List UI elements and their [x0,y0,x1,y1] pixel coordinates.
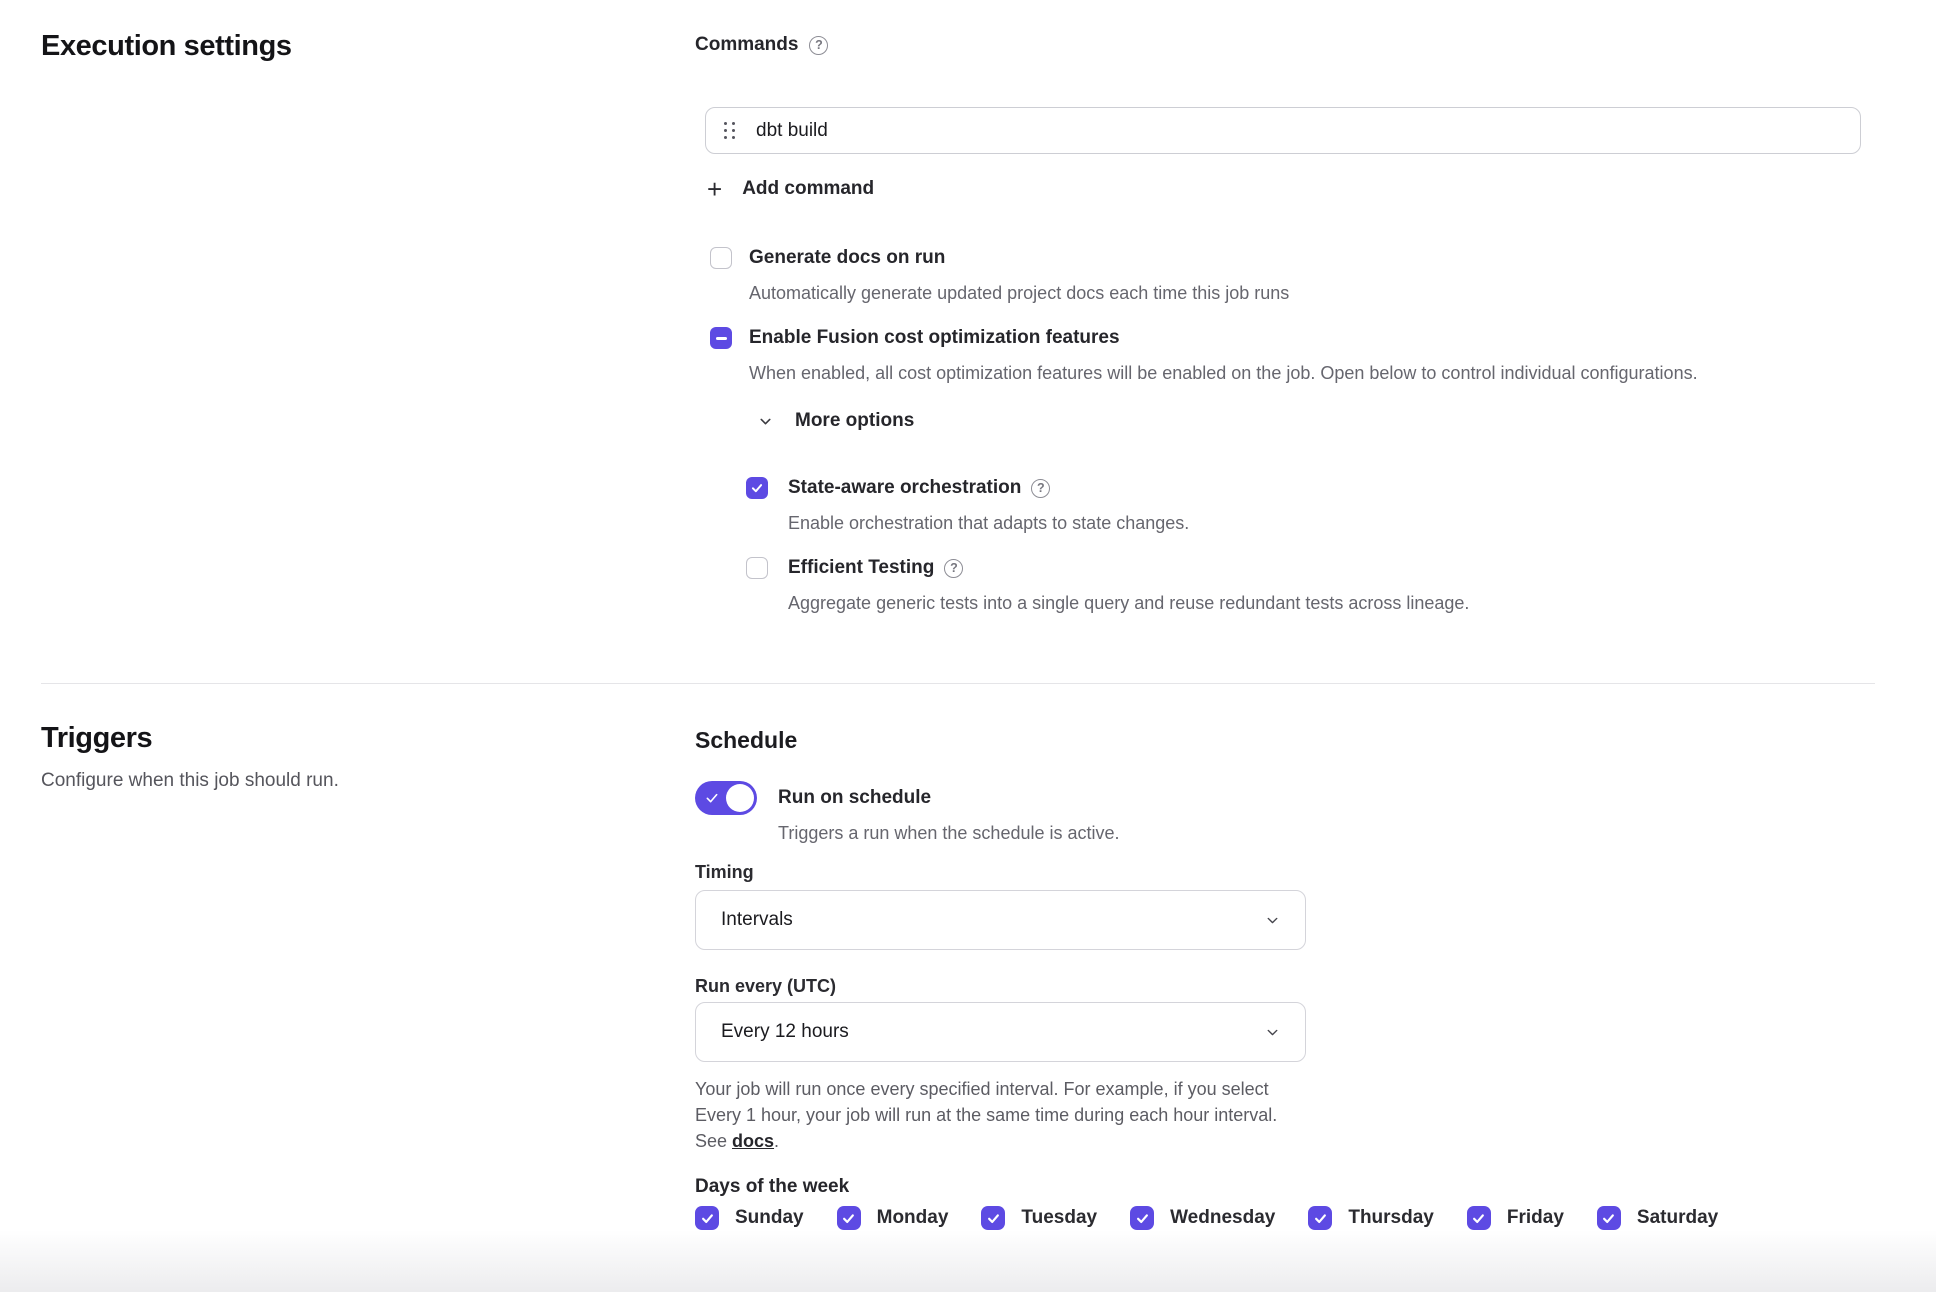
commands-label: Commands [695,34,798,56]
saturday-checkbox[interactable] [1597,1206,1621,1230]
day-item-tuesday: Tuesday [981,1206,1097,1230]
tuesday-label: Tuesday [1021,1207,1097,1229]
job-settings-page: Execution settings Commands ? + Add comm… [0,0,1936,1292]
more-options-label: More options [795,410,914,432]
day-item-friday: Friday [1467,1206,1564,1230]
section-divider [41,683,1875,684]
efficient-testing-help-icon[interactable]: ? [944,559,963,578]
friday-checkbox[interactable] [1467,1206,1491,1230]
toggle-knob [726,784,754,812]
day-item-monday: Monday [837,1206,949,1230]
timing-select-value: Intervals [721,909,793,931]
wednesday-label: Wednesday [1170,1207,1275,1229]
check-icon [1601,1211,1616,1226]
tuesday-checkbox[interactable] [981,1206,1005,1230]
generate-docs-checkbox[interactable] [710,247,732,269]
state-aware-label: State-aware orchestration [788,477,1021,499]
schedule-help-text: Your job will run once every specified i… [695,1076,1295,1154]
state-aware-help-icon[interactable]: ? [1031,479,1050,498]
chevron-down-icon [1265,913,1280,928]
drag-handle-icon[interactable] [724,122,736,140]
triggers-title: Triggers [41,722,152,755]
run-every-select[interactable]: Every 12 hours [695,1002,1306,1062]
wednesday-checkbox[interactable] [1130,1206,1154,1230]
plus-icon: + [707,179,722,199]
run-every-select-value: Every 12 hours [721,1021,849,1043]
execution-settings-title: Execution settings [41,30,292,63]
schedule-help-before: Your job will run once every specified i… [695,1079,1277,1151]
check-icon [1313,1211,1328,1226]
days-of-week-label: Days of the week [695,1176,849,1198]
triggers-subtitle: Configure when this job should run. [41,770,339,792]
fusion-row: Enable Fusion cost optimization features [710,327,1120,349]
state-aware-row: State-aware orchestration ? [746,477,1050,499]
run-every-label: Run every (UTC) [695,976,836,997]
command-input[interactable] [756,120,1842,142]
efficient-testing-row: Efficient Testing ? [746,557,963,579]
sunday-checkbox[interactable] [695,1206,719,1230]
day-item-saturday: Saturday [1597,1206,1718,1230]
saturday-label: Saturday [1637,1207,1718,1229]
check-icon [750,481,764,495]
commands-help-icon[interactable]: ? [809,36,828,55]
day-item-thursday: Thursday [1308,1206,1434,1230]
sunday-label: Sunday [735,1207,804,1229]
monday-label: Monday [877,1207,949,1229]
schedule-help-after: . [774,1131,779,1151]
check-icon [1471,1211,1486,1226]
generate-docs-label: Generate docs on run [749,247,945,269]
more-options-toggle[interactable]: More options [758,410,914,432]
bottom-fade-gradient [0,1230,1936,1292]
days-of-week-row: Sunday Monday Tuesday Wednesday Thursday… [695,1206,1718,1230]
run-on-schedule-description: Triggers a run when the schedule is acti… [778,820,1120,846]
generate-docs-description: Automatically generate updated project d… [749,280,1289,306]
efficient-testing-description: Aggregate generic tests into a single qu… [788,590,1469,616]
schedule-title: Schedule [695,727,797,754]
fusion-checkbox[interactable] [710,327,732,349]
run-on-schedule-row: Run on schedule [695,781,931,815]
fusion-label: Enable Fusion cost optimization features [749,327,1120,349]
check-icon [704,790,720,806]
efficient-testing-checkbox[interactable] [746,557,768,579]
generate-docs-row: Generate docs on run [710,247,945,269]
state-aware-description: Enable orchestration that adapts to stat… [788,510,1189,536]
check-icon [1135,1211,1150,1226]
check-icon [700,1211,715,1226]
add-command-label: Add command [742,178,874,200]
state-aware-checkbox[interactable] [746,477,768,499]
thursday-checkbox[interactable] [1308,1206,1332,1230]
commands-field-header: Commands ? [695,34,828,56]
thursday-label: Thursday [1348,1207,1434,1229]
timing-label: Timing [695,862,754,883]
day-item-wednesday: Wednesday [1130,1206,1275,1230]
efficient-testing-label: Efficient Testing [788,557,934,579]
command-input-row [705,107,1861,154]
check-icon [841,1211,856,1226]
day-item-sunday: Sunday [695,1206,804,1230]
docs-link[interactable]: docs [732,1131,774,1151]
friday-label: Friday [1507,1207,1564,1229]
monday-checkbox[interactable] [837,1206,861,1230]
chevron-down-icon [1265,1025,1280,1040]
run-on-schedule-toggle[interactable] [695,781,757,815]
indeterminate-dash-icon [716,337,727,340]
fusion-description: When enabled, all cost optimization feat… [749,360,1698,386]
check-icon [986,1211,1001,1226]
timing-select[interactable]: Intervals [695,890,1306,950]
add-command-button[interactable]: + Add command [707,178,874,200]
run-on-schedule-label: Run on schedule [778,787,931,809]
chevron-down-icon [758,414,773,429]
